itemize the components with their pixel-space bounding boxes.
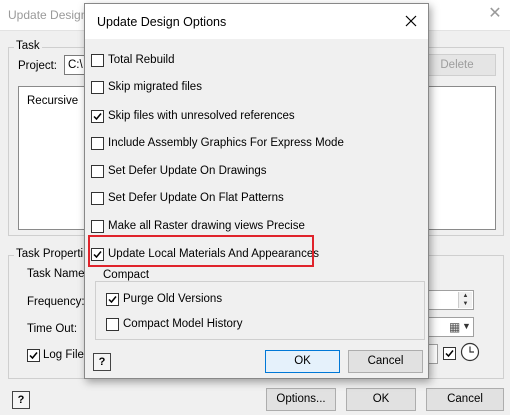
- checkbox[interactable]: [91, 54, 104, 67]
- frequency-stepper[interactable]: ▲ ▼: [428, 290, 474, 310]
- option-label: Purge Old Versions: [123, 293, 223, 305]
- time-out-label: Time Out:: [27, 323, 78, 335]
- ok-button[interactable]: OK: [346, 388, 416, 411]
- close-icon[interactable]: ✕: [486, 5, 504, 23]
- cancel-button[interactable]: Cancel: [348, 350, 423, 373]
- task-name-label: Task Name:: [27, 268, 88, 280]
- checkmark-icon: [29, 352, 38, 360]
- log-file-checkbox[interactable]: [27, 349, 40, 362]
- highlight-annotation: [88, 235, 314, 267]
- time-out-combo[interactable]: ▦ ▼: [428, 317, 474, 337]
- option-label: Include Assembly Graphics For Express Mo…: [108, 137, 344, 149]
- checkbox[interactable]: [91, 137, 104, 150]
- task-properties-label: Task Properti: [14, 248, 86, 260]
- checkbox[interactable]: [91, 165, 104, 178]
- ok-button[interactable]: OK: [265, 350, 340, 373]
- checkbox[interactable]: [91, 81, 104, 94]
- delete-button[interactable]: Delete: [418, 54, 496, 76]
- schedule-checkbox[interactable]: [443, 347, 456, 360]
- task-group-label: Task: [14, 40, 42, 52]
- update-design-options-dialog: Update Design Options Total Rebuild Skip…: [84, 3, 429, 379]
- close-icon[interactable]: [403, 13, 419, 29]
- spin-arrows-icon[interactable]: ▲ ▼: [458, 292, 472, 308]
- checkmark-icon: [108, 296, 117, 304]
- option-label: Compact Model History: [123, 318, 243, 330]
- checkbox[interactable]: [106, 318, 119, 331]
- option-label: Set Defer Update On Flat Patterns: [108, 192, 284, 204]
- frequency-label: Frequency:: [27, 296, 85, 308]
- dialog-title: Update Design Options: [97, 15, 227, 29]
- calendar-icon: ▦: [449, 320, 461, 334]
- option-label: Skip files with unresolved references: [108, 110, 295, 122]
- option-label: Set Defer Update On Drawings: [108, 165, 267, 177]
- option-label: Total Rebuild: [108, 54, 175, 66]
- options-button[interactable]: Options...: [266, 388, 336, 411]
- dialog-titlebar: Update Design Options: [85, 4, 428, 39]
- checkmark-icon: [93, 113, 102, 121]
- checkbox[interactable]: [91, 110, 104, 123]
- list-item[interactable]: Recursive: [27, 95, 78, 107]
- checkbox[interactable]: [91, 192, 104, 205]
- compact-groupbox: [95, 281, 425, 340]
- cancel-button[interactable]: Cancel: [426, 388, 504, 411]
- log-file-field[interactable]: [428, 344, 438, 364]
- clock-icon[interactable]: [460, 342, 480, 362]
- checkbox[interactable]: [106, 293, 119, 306]
- chevron-down-icon: ▼: [462, 321, 471, 331]
- checkbox[interactable]: [91, 220, 104, 233]
- option-label: Skip migrated files: [108, 81, 202, 93]
- log-file-label: Log File:: [43, 349, 88, 361]
- option-label: Make all Raster drawing views Precise: [108, 220, 305, 232]
- compact-group-label: Compact: [101, 269, 152, 281]
- checkmark-icon: [445, 350, 454, 358]
- window-title: Update Design: [8, 8, 88, 22]
- help-icon[interactable]: ?: [12, 391, 30, 409]
- project-label: Project:: [18, 60, 57, 72]
- help-icon[interactable]: ?: [93, 353, 111, 371]
